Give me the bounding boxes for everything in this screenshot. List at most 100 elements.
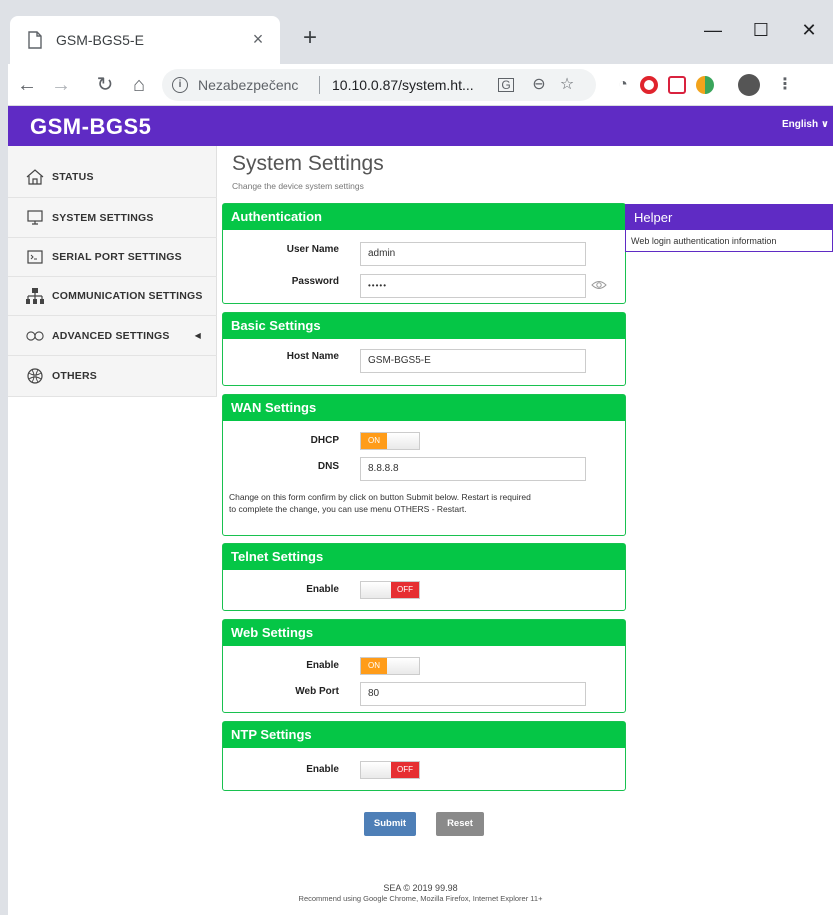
toggle-off-label: OFF xyxy=(391,582,419,598)
infinity-icon xyxy=(26,328,44,344)
zoom-icon[interactable]: ⊖ xyxy=(530,76,548,94)
back-icon[interactable]: ← xyxy=(14,72,40,98)
toggle-knob xyxy=(387,658,419,674)
toggle-off-label: OFF xyxy=(391,762,419,778)
sidebar-item-communication-settings[interactable]: COMMUNICATION SETTINGS xyxy=(8,277,217,316)
panel-heading: Telnet Settings xyxy=(223,544,625,570)
close-window-button[interactable]: ✕ xyxy=(789,18,829,42)
host-name-label: Host Name xyxy=(286,351,339,362)
sidebar-item-label: SYSTEM SETTINGS xyxy=(52,211,154,224)
window-border xyxy=(0,0,8,915)
password-input[interactable]: ••••• xyxy=(360,274,586,298)
ntp-enable-label: Enable xyxy=(306,764,339,775)
toggle-on-label: ON xyxy=(361,658,387,674)
panel-heading: Authentication xyxy=(223,204,625,230)
tab-title: GSM-BGS5-E xyxy=(56,32,144,48)
telnet-enable-toggle[interactable]: OFF xyxy=(360,581,420,599)
sidebar-item-label: COMMUNICATION SETTINGS xyxy=(52,290,203,302)
submit-button[interactable]: Submit xyxy=(364,812,416,836)
info-icon[interactable]: i xyxy=(172,77,188,93)
ntp-enable-toggle[interactable]: OFF xyxy=(360,761,420,779)
toggle-knob xyxy=(361,762,391,778)
pocket-extension-icon[interactable] xyxy=(668,76,686,94)
translate-icon[interactable]: G xyxy=(498,78,514,92)
user-name-input[interactable]: admin xyxy=(360,242,586,266)
sidebar-item-label: SERIAL PORT SETTINGS xyxy=(52,251,182,263)
opera-extension-icon[interactable] xyxy=(640,76,658,94)
sidebar-item-serial-port-settings[interactable]: SERIAL PORT SETTINGS xyxy=(8,238,217,277)
helper-heading: Helper xyxy=(626,205,832,230)
dns-label: DNS xyxy=(317,461,339,472)
monitor-icon xyxy=(26,210,44,226)
host-name-input[interactable]: GSM-BGS5-E xyxy=(360,349,586,373)
browser-tab-strip: GSM-BGS5-E × + — ☐ ✕ xyxy=(0,0,833,64)
security-status: Nezabezpečenc xyxy=(198,77,299,93)
sidebar-item-advanced-settings[interactable]: ADVANCED SETTINGS ◀ xyxy=(8,316,217,356)
sidebar-item-label: STATUS xyxy=(52,170,94,183)
browser-toolbar: ← → ↻ ⌂ i Nezabezpečenc 10.10.0.87/syste… xyxy=(0,64,833,106)
dns-input[interactable]: 8.8.8.8 xyxy=(360,457,586,481)
color-extension-icon[interactable] xyxy=(696,76,714,94)
reset-button[interactable]: Reset xyxy=(436,812,484,836)
dhcp-label: DHCP xyxy=(310,435,339,446)
document-icon xyxy=(28,31,42,49)
brand-title: GSM-BGS5 xyxy=(30,114,152,139)
terminal-icon xyxy=(26,249,44,265)
url-text[interactable]: 10.10.0.87/system.ht... xyxy=(332,77,474,93)
web-enable-toggle[interactable]: ON xyxy=(360,657,420,675)
speedometer-icon[interactable]: ◔ xyxy=(614,76,632,94)
avatar[interactable] xyxy=(738,74,760,96)
maximize-button[interactable]: ☐ xyxy=(741,18,781,42)
sidebar-item-status[interactable]: STATUS xyxy=(8,156,217,198)
globe-icon xyxy=(26,368,44,384)
toggle-knob xyxy=(361,582,391,598)
language-selector[interactable]: English ∨ xyxy=(782,119,829,130)
panel-heading: Basic Settings xyxy=(223,313,625,339)
web-settings-panel: Web Settings Enable ON Web Port 80 xyxy=(222,619,626,713)
home-button-icon[interactable]: ⌂ xyxy=(126,72,152,98)
wan-settings-panel: WAN Settings DHCP ON DNS 8.8.8.8 Change … xyxy=(222,394,626,536)
menu-dots-icon[interactable]: ⋮ xyxy=(776,76,794,94)
user-name-label: User Name xyxy=(286,244,339,255)
wan-note-line: Change on this form confirm by click on … xyxy=(229,492,531,502)
web-enable-label: Enable xyxy=(306,660,339,671)
web-port-label: Web Port xyxy=(295,686,339,697)
panel-heading: Web Settings xyxy=(223,620,625,646)
page-subtitle: Change the device system settings xyxy=(232,181,364,191)
sidebar-item-label: ADVANCED SETTINGS xyxy=(52,329,170,342)
new-tab-button[interactable]: + xyxy=(298,26,322,50)
panel-heading: NTP Settings xyxy=(223,722,625,748)
telnet-enable-label: Enable xyxy=(306,584,339,595)
sidebar-item-others[interactable]: OTHERS xyxy=(8,356,217,397)
sidebar: STATUS SYSTEM SETTINGS SERIAL PORT SETTI… xyxy=(8,146,217,903)
footer-copyright: SEA © 2019 99.98 xyxy=(383,883,458,893)
helper-text: Web login authentication information xyxy=(631,236,777,246)
basic-settings-panel: Basic Settings Host Name GSM-BGS5-E xyxy=(222,312,626,386)
web-port-input[interactable]: 80 xyxy=(360,682,586,706)
reload-icon[interactable]: ↻ xyxy=(92,72,118,98)
wan-note: Change on this form confirm by click on … xyxy=(229,491,619,515)
sidebar-item-system-settings[interactable]: SYSTEM SETTINGS xyxy=(8,198,217,238)
sidebar-item-label: OTHERS xyxy=(52,370,97,382)
bookmark-star-icon[interactable]: ☆ xyxy=(558,76,576,94)
page-footer: SEA © 2019 99.98 Recommend using Google … xyxy=(8,883,833,903)
panel-heading: WAN Settings xyxy=(223,395,625,421)
tab-close-icon[interactable]: × xyxy=(248,29,268,49)
home-icon xyxy=(26,168,44,185)
browser-tab[interactable]: GSM-BGS5-E × xyxy=(10,16,280,64)
password-label: Password xyxy=(291,276,339,287)
helper-panel: Helper Web login authentication informat… xyxy=(625,204,833,252)
dhcp-toggle[interactable]: ON xyxy=(360,432,420,450)
wan-note-line: to complete the change, you can use menu… xyxy=(229,504,467,514)
forward-icon[interactable]: → xyxy=(48,72,74,98)
ntp-settings-panel: NTP Settings Enable OFF xyxy=(222,721,626,791)
network-icon xyxy=(26,288,44,304)
footer-browser-note: Recommend using Google Chrome, Mozilla F… xyxy=(298,894,543,903)
toggle-knob xyxy=(387,433,419,449)
minimize-button[interactable]: — xyxy=(693,18,733,42)
eye-icon[interactable] xyxy=(591,279,607,291)
telnet-settings-panel: Telnet Settings Enable OFF xyxy=(222,543,626,611)
sidebar-empty-area xyxy=(8,397,217,903)
chevron-left-icon: ◀ xyxy=(194,331,201,340)
authentication-panel: Authentication User Name admin Password … xyxy=(222,203,626,304)
